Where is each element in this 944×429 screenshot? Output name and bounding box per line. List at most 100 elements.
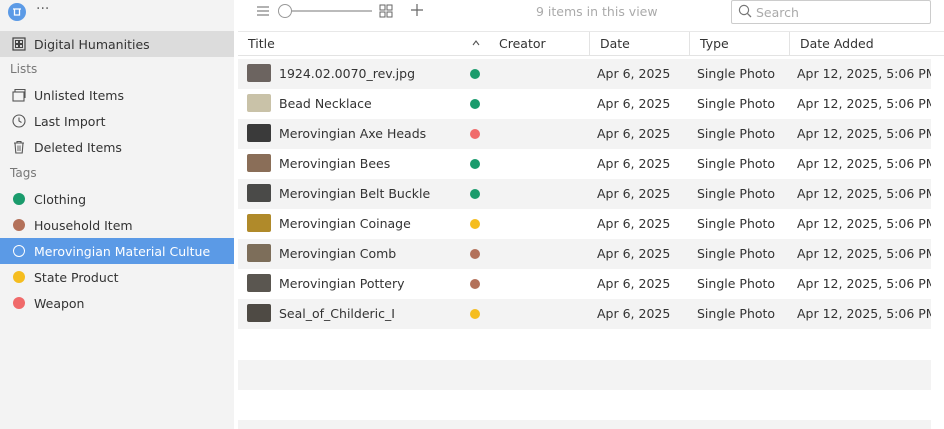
item-thumbnail: [247, 184, 271, 202]
table-row[interactable]: Merovingian Coinage Apr 6, 2025 Single Pho…: [238, 209, 931, 239]
cell-title: Merovingian Belt Buckle: [279, 186, 431, 201]
cell-date-added: Apr 12, 2025, 5:06 PM: [797, 216, 931, 231]
table-row[interactable]: 1924.02.0070_rev.jpg Apr 6, 2025 Single Ph…: [238, 59, 931, 89]
app-window: ··· Digital Humanities Lists Unlisted It…: [0, 0, 944, 429]
item-thumbnail: [247, 304, 271, 322]
cell-date: Apr 6, 2025: [597, 276, 671, 291]
column-header-title[interactable]: Title: [238, 32, 489, 56]
item-thumbnail: [247, 124, 271, 142]
list-view-icon[interactable]: [256, 5, 270, 17]
cell-type: Single Photo: [697, 216, 776, 231]
column-header-date-added[interactable]: Date Added: [789, 32, 944, 56]
sidebar-item-unlisted[interactable]: Unlisted Items: [0, 82, 234, 108]
sidebar-item-deleted[interactable]: Deleted Items: [0, 134, 234, 160]
sidebar-tag-label: Weapon: [34, 295, 85, 311]
cell-title: Merovingian Coinage: [279, 216, 411, 231]
item-count-label: 9 items in this view: [536, 4, 658, 19]
cell-title: Bead Necklace: [279, 96, 372, 111]
tag-color-icon: [13, 271, 25, 283]
thumbnail-size-slider[interactable]: [278, 4, 372, 18]
table-row[interactable]: Merovingian Axe Heads Apr 6, 2025 Single P…: [238, 119, 931, 149]
table-row[interactable]: Merovingian Bees Apr 6, 2025 Single Photo A…: [238, 149, 931, 179]
item-thumbnail: [247, 64, 271, 82]
table-row[interactable]: Bead Necklace Apr 6, 2025 Single Photo Apr …: [238, 89, 931, 119]
tag-color-icon: [13, 193, 25, 205]
table-row[interactable]: Merovingian Comb Apr 6, 2025 Single Photo A…: [238, 239, 931, 269]
cell-creator: [499, 209, 589, 239]
slider-thumb[interactable]: [278, 4, 292, 18]
tag-color-icon: [470, 99, 480, 109]
column-header-creator[interactable]: Creator: [489, 32, 589, 56]
cell-creator: [499, 179, 589, 209]
unlisted-items-icon: [12, 88, 26, 102]
grid-view-icon[interactable]: [379, 4, 393, 18]
clock-icon: [12, 114, 26, 128]
tags-heading: Tags: [10, 166, 37, 180]
cell-title: Merovingian Comb: [279, 246, 397, 261]
items-table: Title Creator Date Type Date Added 1924.…: [238, 31, 944, 329]
sidebar-tag-weapon[interactable]: Weapon: [0, 290, 234, 316]
table-row[interactable]: Seal_of_Childeric_I Apr 6, 2025 Single Pho…: [238, 299, 931, 329]
cell-date: Apr 6, 2025: [597, 96, 671, 111]
tag-color-icon: [470, 159, 480, 169]
tag-color-icon: [470, 249, 480, 259]
tag-color-icon: [470, 219, 480, 229]
sidebar-item-label: Unlisted Items: [34, 87, 124, 103]
cell-date-added: Apr 12, 2025, 5:06 PM: [797, 246, 931, 261]
tag-color-icon: [470, 69, 480, 79]
search-box[interactable]: [731, 0, 931, 24]
sidebar-tag-state-product[interactable]: State Product: [0, 264, 234, 290]
cell-date: Apr 6, 2025: [597, 156, 671, 171]
cell-creator: [499, 269, 589, 299]
sidebar-tag-household-item[interactable]: Household Item: [0, 212, 234, 238]
tag-color-icon: [470, 309, 480, 319]
cell-creator: [499, 149, 589, 179]
library-icon: [12, 37, 26, 51]
cell-creator: [499, 299, 589, 329]
column-header-type[interactable]: Type: [689, 32, 789, 56]
item-thumbnail: [247, 94, 271, 112]
add-item-button[interactable]: [410, 2, 424, 18]
sidebar-tag-clothing[interactable]: Clothing: [0, 186, 234, 212]
cell-date: Apr 6, 2025: [597, 186, 671, 201]
column-header-date[interactable]: Date: [589, 32, 689, 56]
sidebar-tag-merovingian-material-culture[interactable]: Merovingian Material Cultue: [0, 238, 234, 264]
cell-type: Single Photo: [697, 156, 776, 171]
cell-type: Single Photo: [697, 306, 776, 321]
cell-type: Single Photo: [697, 246, 776, 261]
cell-type: Single Photo: [697, 276, 776, 291]
tag-color-icon: [470, 189, 480, 199]
tag-color-icon: [470, 279, 480, 289]
cell-creator: [499, 119, 589, 149]
cell-date-added: Apr 12, 2025, 5:06 PM: [797, 186, 931, 201]
sidebar-library-label: Digital Humanities: [34, 36, 150, 52]
toolbar: 9 items in this view: [234, 0, 944, 31]
table-row[interactable]: Merovingian Pottery Apr 6, 2025 Single Pho…: [238, 269, 931, 299]
search-input[interactable]: [756, 4, 916, 20]
more-options-icon[interactable]: ···: [36, 2, 49, 16]
cell-type: Single Photo: [697, 96, 776, 111]
sidebar-library-item[interactable]: Digital Humanities: [0, 31, 234, 57]
sidebar-tag-label: Household Item: [34, 217, 133, 233]
lists-heading: Lists: [10, 62, 38, 76]
sidebar-tag-label: State Product: [34, 269, 119, 285]
item-thumbnail: [247, 274, 271, 292]
sidebar-tag-label: Clothing: [34, 191, 87, 207]
cell-creator: [499, 239, 589, 269]
app-menu-icon[interactable]: [8, 3, 26, 21]
item-thumbnail: [247, 214, 271, 232]
cell-title: Merovingian Bees: [279, 156, 391, 171]
item-thumbnail: [247, 154, 271, 172]
table-row[interactable]: Merovingian Belt Buckle Apr 6, 2025 Single…: [238, 179, 931, 209]
sidebar-item-last-import[interactable]: Last Import: [0, 108, 234, 134]
sort-ascending-icon[interactable]: [472, 39, 480, 47]
cell-date: Apr 6, 2025: [597, 126, 671, 141]
empty-row: [238, 360, 931, 390]
cell-type: Single Photo: [697, 66, 776, 81]
search-icon: [738, 4, 752, 21]
cell-date: Apr 6, 2025: [597, 306, 671, 321]
table-body: 1924.02.0070_rev.jpg Apr 6, 2025 Single Ph…: [238, 56, 944, 329]
tag-color-icon: [13, 219, 25, 231]
cell-date-added: Apr 12, 2025, 5:06 PM: [797, 96, 931, 111]
sidebar-top-controls: ···: [8, 2, 49, 22]
